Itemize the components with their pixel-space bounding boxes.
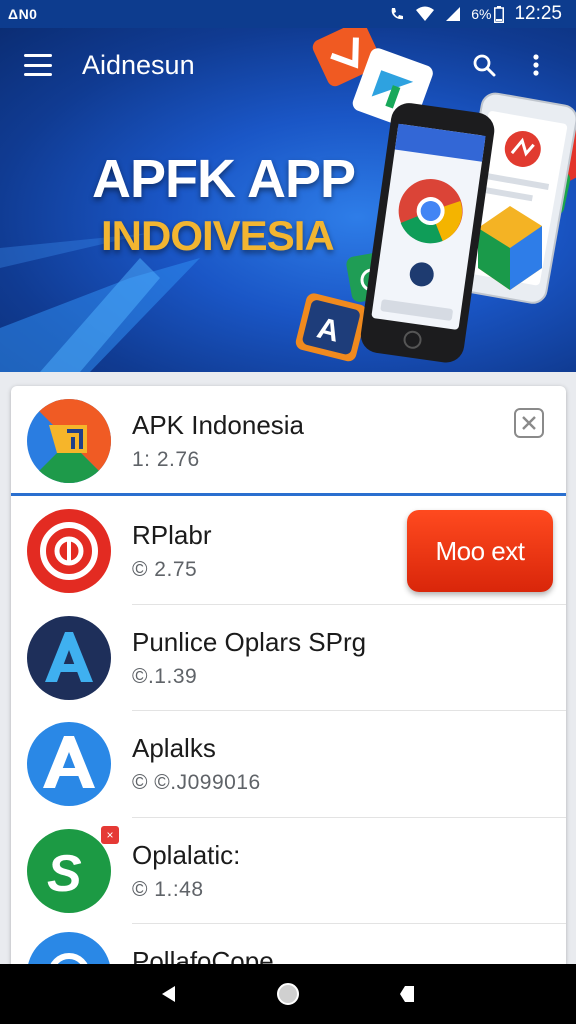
list-item-version: © ©.J099016 (132, 771, 261, 794)
notification-badge: × (101, 826, 119, 844)
navigation-bar (0, 964, 576, 1024)
divider (132, 923, 566, 924)
banner-title: APFK APP (92, 149, 356, 209)
wifi-calling-icon (389, 6, 405, 22)
status-left-text: ΔΝ0 (8, 6, 38, 22)
list-item[interactable]: APK Indonesia 1: 2.76 (11, 388, 566, 494)
app-bar: Aidnesun (0, 28, 576, 102)
battery-icon: 6% (471, 5, 505, 23)
wifi-icon (415, 6, 435, 22)
list-item-title: Aplalks (132, 733, 216, 763)
list-item-title: Oplalatic: (132, 840, 241, 870)
svg-text:S: S (47, 845, 82, 903)
list-item[interactable]: Aplalks © ©.J099016 (11, 711, 566, 817)
menu-icon[interactable] (24, 54, 52, 76)
status-time: 12:25 (514, 3, 562, 24)
more-vert-icon[interactable] (516, 45, 556, 85)
recents-icon[interactable] (387, 974, 427, 1014)
list-item-version: 1: 2.76 (132, 448, 200, 471)
list-item-title: APK Indonesia (132, 410, 305, 440)
apk-indonesia-icon (27, 399, 111, 483)
list-item[interactable]: S × Oplalatic: © 1.:48 (11, 818, 566, 924)
list-item-version: © 1.:48 (132, 878, 204, 901)
more-next-button[interactable]: Moo ext (407, 510, 553, 592)
app-title: Aidnesun (82, 49, 195, 80)
status-icons: 6% 12:25 (389, 3, 562, 25)
banner-subtitle: INDOIVESIA (101, 212, 335, 259)
target-icon (27, 509, 111, 593)
list-item-version: ©.1.39 (132, 665, 198, 688)
close-icon[interactable] (514, 408, 544, 438)
home-icon[interactable] (268, 974, 308, 1014)
battery-label: 6% (471, 6, 492, 22)
list-item[interactable]: Punlice Oplars SPrg ©.1.39 (11, 605, 566, 711)
letter-a-icon (27, 722, 111, 806)
back-icon[interactable] (149, 974, 189, 1014)
app-list-card: APK Indonesia 1: 2.76 RPlabr © 2.75 Moo … (11, 386, 566, 986)
hero-banner: A Aidnesun APFK APP INDOIVESIA (0, 28, 576, 372)
active-divider (11, 493, 566, 496)
list-item-title: Punlice Oplars SPrg (132, 627, 367, 657)
letter-s-icon: S (27, 829, 111, 913)
signal-icon (445, 6, 461, 22)
list-item-version: © 2.75 (132, 558, 198, 581)
letter-a-icon (27, 616, 111, 700)
list-item-title: RPlabr (132, 520, 212, 550)
search-icon[interactable] (464, 45, 504, 85)
status-bar: ΔΝ0 6% 12:25 (0, 0, 576, 28)
